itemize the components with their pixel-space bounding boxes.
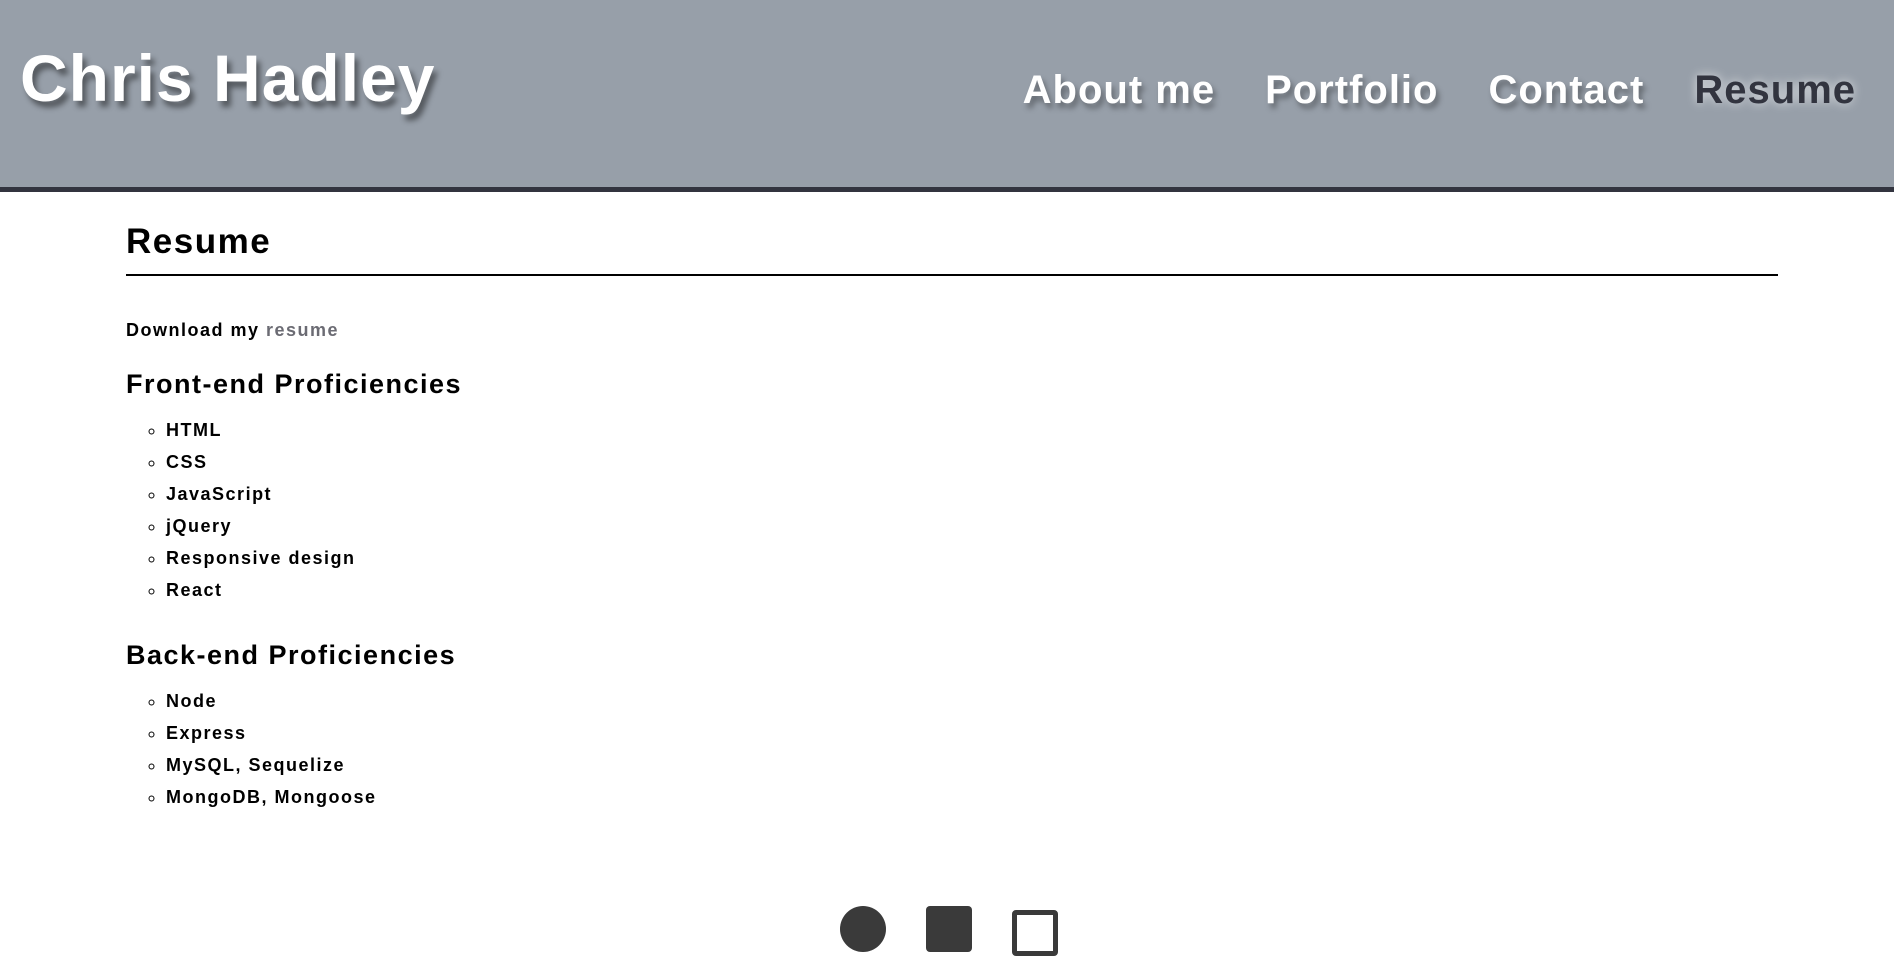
list-item: MongoDB, Mongoose <box>166 787 1778 819</box>
nav-resume[interactable]: Resume <box>1694 68 1856 113</box>
main-nav: About me Portfolio Contact Resume <box>1023 68 1856 113</box>
list-item: Express <box>166 723 1778 755</box>
frontend-list: HTML CSS JavaScript jQuery Responsive de… <box>126 420 1778 612</box>
nav-portfolio[interactable]: Portfolio <box>1265 68 1438 113</box>
site-title[interactable]: Chris Hadley <box>20 40 435 116</box>
list-item: HTML <box>166 420 1778 452</box>
list-item: React <box>166 580 1778 612</box>
github-icon[interactable] <box>840 906 886 952</box>
list-item: CSS <box>166 452 1778 484</box>
nav-contact[interactable]: Contact <box>1488 68 1644 113</box>
linkedin-icon[interactable] <box>926 906 972 952</box>
list-item: Node <box>166 691 1778 723</box>
resume-download-link[interactable]: resume <box>266 320 339 340</box>
list-item: jQuery <box>166 516 1778 548</box>
backend-heading: Back-end Proficiencies <box>126 640 457 670</box>
download-prefix: Download my <box>126 320 267 340</box>
list-item: JavaScript <box>166 484 1778 516</box>
list-item: Responsive design <box>166 548 1778 580</box>
resume-section: Resume Download my resume Front-end Prof… <box>126 222 1778 819</box>
download-text: Download my resume <box>126 320 1778 341</box>
frontend-heading: Front-end Proficiencies <box>126 369 463 399</box>
nav-about-me[interactable]: About me <box>1023 68 1215 113</box>
backend-list: Node Express MySQL, Sequelize MongoDB, M… <box>126 691 1778 819</box>
envelope-icon[interactable] <box>1012 910 1058 956</box>
site-header: Chris Hadley About me Portfolio Contact … <box>0 0 1894 192</box>
page-title: Resume <box>126 222 1778 276</box>
list-item: MySQL, Sequelize <box>166 755 1778 787</box>
social-links <box>840 906 1058 956</box>
